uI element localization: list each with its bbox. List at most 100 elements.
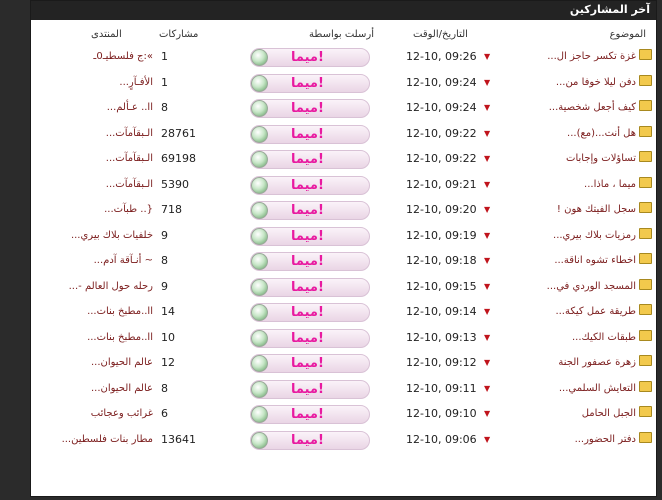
topic-title[interactable]: المسجد الوردي في...: [547, 281, 636, 292]
triangle-down-icon[interactable]: ▼: [484, 350, 494, 376]
user-badge[interactable]: ميما!: [250, 277, 370, 297]
triangle-down-icon[interactable]: ▼: [484, 121, 494, 147]
topic-title[interactable]: التعايش السلمي...: [559, 383, 636, 394]
forum-link[interactable]: »:ج فلسطيـ0ـ: [35, 44, 153, 70]
topic-link[interactable]: التعايش السلمي...: [502, 376, 652, 402]
user-badge[interactable]: ميما!: [250, 405, 370, 424]
user-badge[interactable]: ميما!: [250, 354, 370, 373]
topic-link[interactable]: تساؤلات وإجابات: [502, 146, 652, 172]
topic-title[interactable]: دفتر الحضور...: [575, 434, 636, 445]
user-badge[interactable]: ميما!: [250, 124, 370, 144]
user-name[interactable]: ميما!: [291, 126, 324, 143]
topic-title[interactable]: طبقات الكيك...: [572, 332, 636, 343]
topic-title[interactable]: كيف أجعل شخصية...: [549, 102, 636, 113]
user-badge[interactable]: ميما!: [250, 379, 370, 399]
user-name[interactable]: ميما!: [291, 202, 324, 219]
topic-title[interactable]: اخطاء تشوه اناقة...: [554, 255, 636, 266]
triangle-down-icon[interactable]: ▼: [484, 70, 494, 96]
user-name[interactable]: ميما!: [291, 100, 324, 117]
topic-link[interactable]: اخطاء تشوه اناقة...: [502, 248, 652, 274]
user-badge[interactable]: ميما!: [250, 252, 370, 271]
topic-title[interactable]: سجل الفيتك هون !: [557, 204, 636, 215]
topic-link[interactable]: غزة تكسر حاجز ال...: [502, 44, 652, 70]
user-badge[interactable]: ميما!: [250, 303, 370, 322]
user-name[interactable]: ميما!: [291, 253, 324, 270]
user-badge[interactable]: ميما!: [250, 226, 370, 246]
triangle-down-icon[interactable]: ▼: [484, 376, 494, 402]
forum-link[interactable]: مطار بنات فلسطين...: [35, 427, 153, 453]
topic-link[interactable]: كيف أجعل شخصية...: [502, 95, 652, 121]
topic-link[interactable]: طريقة عمل كيكة...: [502, 299, 652, 325]
user-badge[interactable]: ميما!: [250, 150, 370, 169]
user-name[interactable]: ميما!: [291, 75, 324, 92]
user-name[interactable]: ميما!: [291, 355, 324, 372]
triangle-down-icon[interactable]: ▼: [484, 146, 494, 172]
forum-link[interactable]: عالم الحيوان...: [35, 376, 153, 402]
scrollbar[interactable]: [658, 0, 662, 500]
user-badge[interactable]: ميما!: [250, 201, 370, 220]
user-name[interactable]: ميما!: [291, 432, 324, 449]
user-badge[interactable]: ميما!: [250, 328, 370, 348]
topic-link[interactable]: رمزيات بلاك بيري...: [502, 223, 652, 249]
triangle-down-icon[interactable]: ▼: [484, 401, 494, 427]
user-badge[interactable]: ميما!: [250, 175, 370, 195]
topic-title[interactable]: تساؤلات وإجابات: [566, 153, 636, 164]
topic-title[interactable]: دفن ليلا خوفا من...: [556, 77, 636, 88]
topic-title[interactable]: ميما ، ماذا...: [584, 179, 636, 190]
topic-link[interactable]: طبقات الكيك...: [502, 325, 652, 351]
forum-link[interactable]: الـبقآمآت...: [35, 172, 153, 198]
forum-link[interactable]: اا..مطبخ بنات...: [35, 325, 153, 351]
user-badge[interactable]: ميما!: [250, 99, 370, 118]
triangle-down-icon[interactable]: ▼: [484, 427, 494, 453]
topic-title[interactable]: طريقة عمل كيكة...: [555, 306, 636, 317]
topic-link[interactable]: ميما ، ماذا...: [502, 172, 652, 198]
topic-link[interactable]: هل أنت...(مع)...: [502, 121, 652, 147]
user-badge[interactable]: ميما!: [250, 430, 370, 450]
topic-link[interactable]: سجل الفيتك هون !: [502, 197, 652, 223]
forum-link[interactable]: عالم الحيوان...: [35, 350, 153, 376]
triangle-down-icon[interactable]: ▼: [484, 95, 494, 121]
table-row: كيف أجعل شخصية... ▼ 12-10, 09:24 ميما! 8 اا..…: [31, 95, 656, 121]
topic-title[interactable]: زهرة عصفور الجنة: [558, 357, 636, 368]
user-name[interactable]: ميما!: [291, 279, 324, 296]
triangle-down-icon[interactable]: ▼: [484, 325, 494, 351]
forum-link[interactable]: الـبقآمآت...: [35, 146, 153, 172]
forum-link[interactable]: الـبقآمآت...: [35, 121, 153, 147]
triangle-down-icon[interactable]: ▼: [484, 172, 494, 198]
user-name[interactable]: ميما!: [291, 304, 324, 321]
topic-title[interactable]: رمزيات بلاك بيري...: [553, 230, 636, 241]
triangle-down-icon[interactable]: ▼: [484, 197, 494, 223]
user-badge[interactable]: ميما!: [250, 73, 370, 93]
topic-title[interactable]: غزة تكسر حاجز ال...: [547, 51, 636, 62]
user-name[interactable]: ميما!: [291, 151, 324, 168]
user-name[interactable]: ميما!: [291, 177, 324, 194]
topic-title[interactable]: الجبل الحامل: [582, 408, 636, 419]
topic-link[interactable]: دفتر الحضور...: [502, 427, 652, 453]
user-name[interactable]: ميما!: [291, 381, 324, 398]
user-name[interactable]: ميما!: [291, 228, 324, 245]
triangle-down-icon[interactable]: ▼: [484, 223, 494, 249]
forum-link[interactable]: {.. طبآت...: [35, 197, 153, 223]
user-name[interactable]: ميما!: [291, 49, 324, 66]
forum-link[interactable]: ~ أنـآقة آدم...: [35, 248, 153, 274]
triangle-down-icon[interactable]: ▼: [484, 44, 494, 70]
triangle-down-icon[interactable]: ▼: [484, 299, 494, 325]
topic-link[interactable]: دفن ليلا خوفا من...: [502, 70, 652, 96]
forum-link[interactable]: اا..مطبخ بنات...: [35, 299, 153, 325]
topic-link[interactable]: زهرة عصفور الجنة: [502, 350, 652, 376]
triangle-down-icon[interactable]: ▼: [484, 274, 494, 300]
triangle-down-icon[interactable]: ▼: [484, 248, 494, 274]
forum-link[interactable]: رحله حول العالم -...: [35, 274, 153, 300]
topic-link[interactable]: الجبل الحامل: [502, 401, 652, 427]
forum-link[interactable]: اا.. عـألم...: [35, 95, 153, 121]
user-name[interactable]: ميما!: [291, 406, 324, 423]
post-count: 28761: [161, 126, 196, 140]
user-badge[interactable]: ميما!: [250, 48, 370, 67]
forum-link[interactable]: خلفيات بلاك بيري...: [35, 223, 153, 249]
topic-title[interactable]: هل أنت...(مع)...: [567, 128, 636, 139]
forum-link[interactable]: الأفـآرٍ...: [35, 70, 153, 96]
globe-icon: [251, 49, 268, 66]
topic-link[interactable]: المسجد الوردي في...: [502, 274, 652, 300]
forum-link[interactable]: غرائب وعجائب: [35, 401, 153, 427]
user-name[interactable]: ميما!: [291, 330, 324, 347]
